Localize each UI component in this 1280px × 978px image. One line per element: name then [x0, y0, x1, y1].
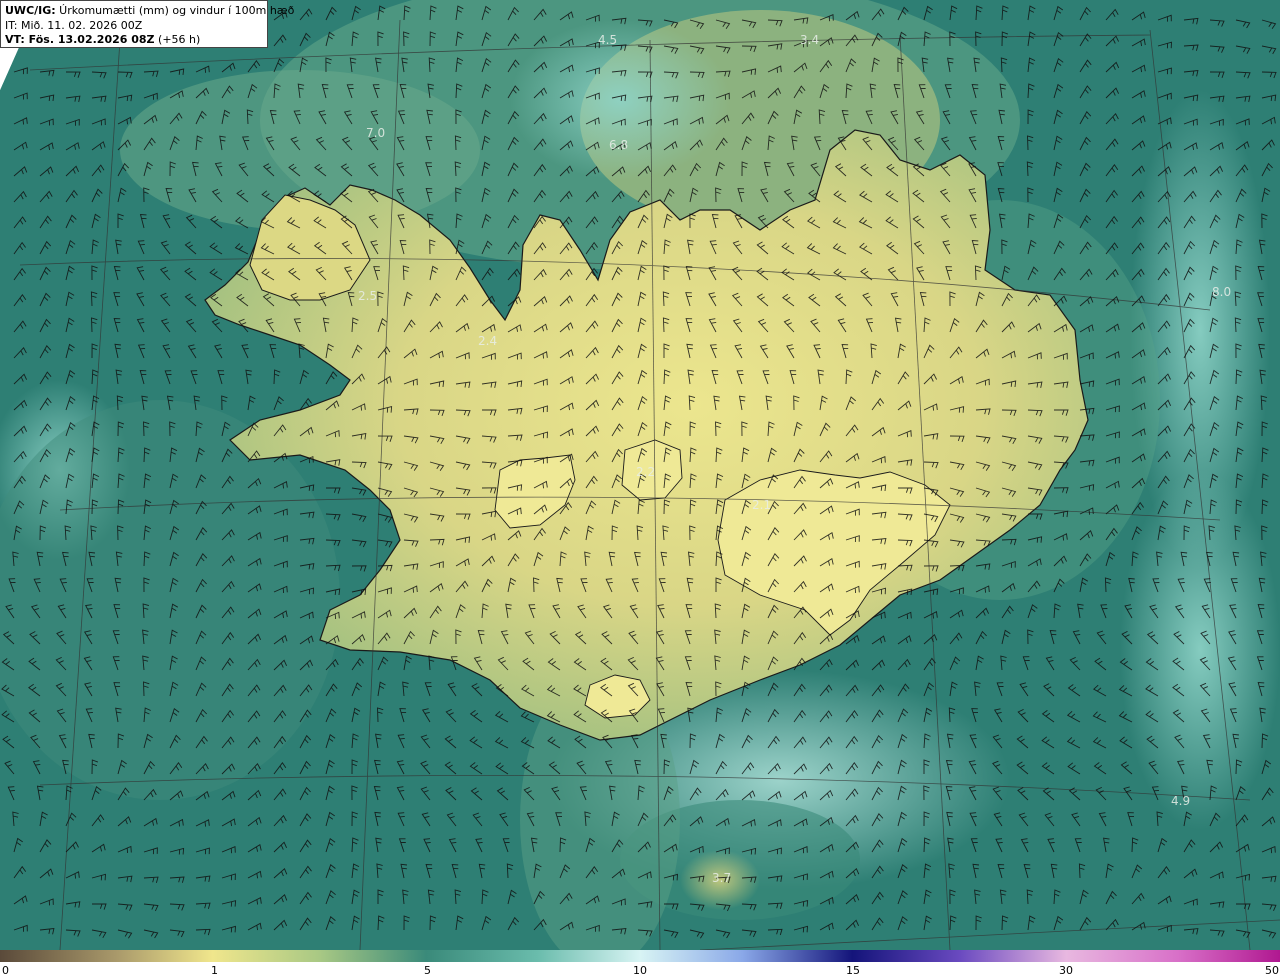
colorbar — [0, 950, 1280, 962]
field-label: 2.1 — [752, 498, 771, 512]
init-time: IT: Mið. 11. 02. 2026 00Z — [5, 18, 143, 32]
colorbar-tick: 15 — [846, 964, 860, 977]
map-info-box: UWC/IG: Úrkomumætti (mm) og vindur í 100… — [0, 0, 294, 48]
product-code: UWC/IG: — [5, 4, 56, 17]
colorbar-ticks: 0 1 5 10 15 30 50 — [0, 962, 1280, 978]
map-canvas: 4.5 3.4 7.0 6.8 8.0 2.5 2.4 4.9 3.7 2.2 … — [0, 0, 1280, 950]
colorbar-tick: 50 — [1265, 964, 1279, 977]
colorbar-gradient — [0, 950, 1280, 962]
product-description: Úrkomumætti (mm) og vindur í 100m hæð — [55, 4, 295, 17]
field-label: 3.4 — [800, 33, 819, 47]
field-label: 2.5 — [358, 289, 377, 303]
lead-time: (+56 h) — [154, 33, 201, 46]
product-title: UWC/IG: Úrkomumætti (mm) og vindur í 100… — [5, 4, 294, 19]
field-label: 2.2 — [636, 465, 655, 479]
map-stage: 4.5 3.4 7.0 6.8 8.0 2.5 2.4 4.9 3.7 2.2 … — [0, 0, 1280, 978]
valid-time: VT: Fös. 13.02.2026 08Z — [5, 33, 155, 46]
field-label: 7.0 — [366, 126, 385, 140]
field-label: 6.8 — [609, 138, 628, 152]
field-label: 8.0 — [1212, 285, 1231, 299]
colorbar-tick: 1 — [211, 964, 218, 977]
valid-time-line: VT: Fös. 13.02.2026 08Z (+56 h) — [5, 33, 263, 48]
field-label: 4.9 — [1171, 794, 1190, 808]
colorbar-tick: 0 — [2, 964, 9, 977]
field-label: 3.7 — [712, 871, 731, 885]
field-label: 2.4 — [478, 334, 497, 348]
colorbar-tick: 30 — [1059, 964, 1073, 977]
colorbar-tick: 10 — [633, 964, 647, 977]
colorbar-tick: 5 — [424, 964, 431, 977]
field-label: 4.5 — [598, 33, 617, 47]
